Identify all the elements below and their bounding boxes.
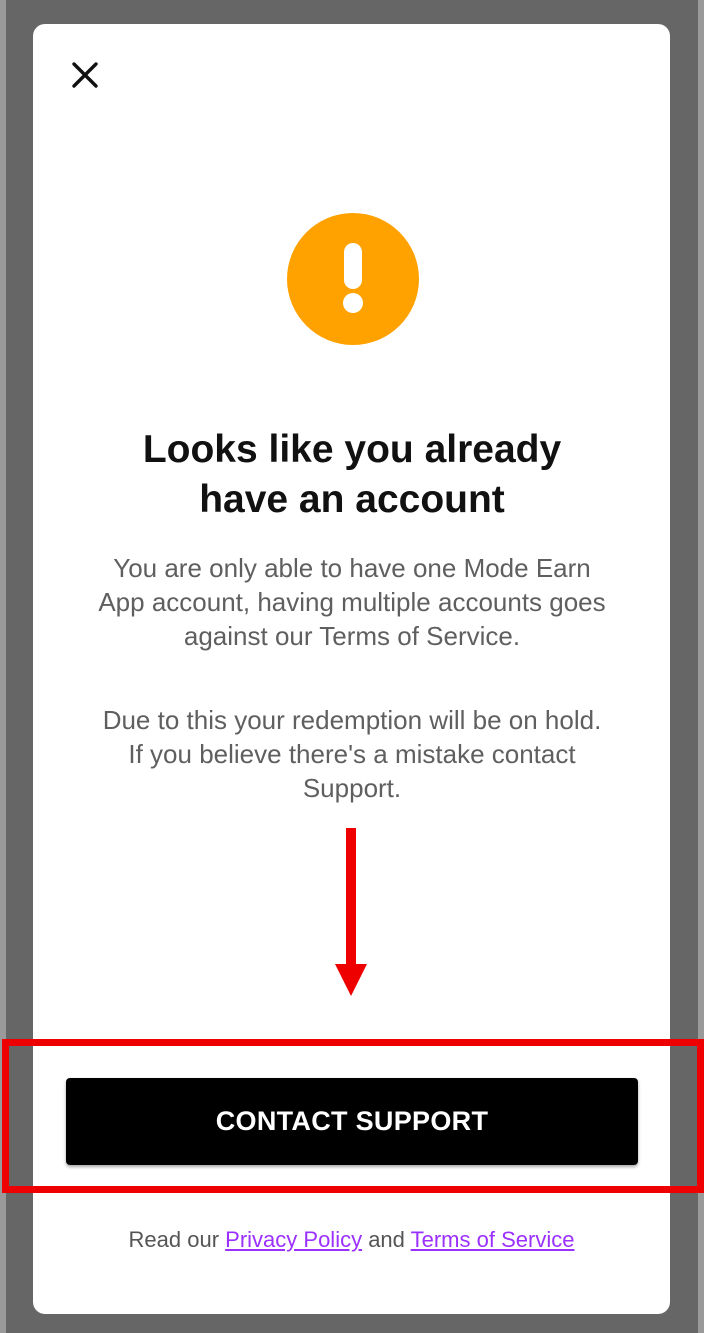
text-line: Due to this your redemption will be on h… bbox=[102, 705, 602, 735]
close-button[interactable] bbox=[68, 58, 102, 92]
text-line: If you believe there's a mistake contact bbox=[128, 739, 576, 769]
annotation-arrow-icon bbox=[335, 828, 367, 996]
dialog-title-line: Looks like you already bbox=[142, 428, 562, 471]
terms-explanation-text: You are only able to have one Mode Earn … bbox=[52, 551, 652, 653]
text-line: You are only able to have one Mode Earn bbox=[113, 553, 591, 583]
legal-conjunction: and bbox=[362, 1227, 411, 1252]
hold-notice-text: Due to this your redemption will be on h… bbox=[52, 703, 652, 805]
close-icon bbox=[72, 62, 98, 88]
legal-footer: Read our Privacy Policy and Terms of Ser… bbox=[33, 1225, 670, 1255]
terms-of-service-link[interactable]: Terms of Service bbox=[411, 1227, 575, 1252]
text-line: against our Terms of Service. bbox=[183, 621, 521, 651]
legal-prefix: Read our bbox=[128, 1227, 226, 1252]
dialog-title: Looks like you already have an account bbox=[60, 425, 644, 525]
dialog-title-line: have an account bbox=[199, 478, 505, 521]
exclamation-icon bbox=[287, 213, 419, 345]
annotation-highlight-box bbox=[2, 1039, 704, 1193]
privacy-policy-link[interactable]: Privacy Policy bbox=[225, 1227, 362, 1252]
text-line: App account, having multiple accounts go… bbox=[98, 587, 606, 617]
text-line: Support. bbox=[302, 773, 402, 803]
